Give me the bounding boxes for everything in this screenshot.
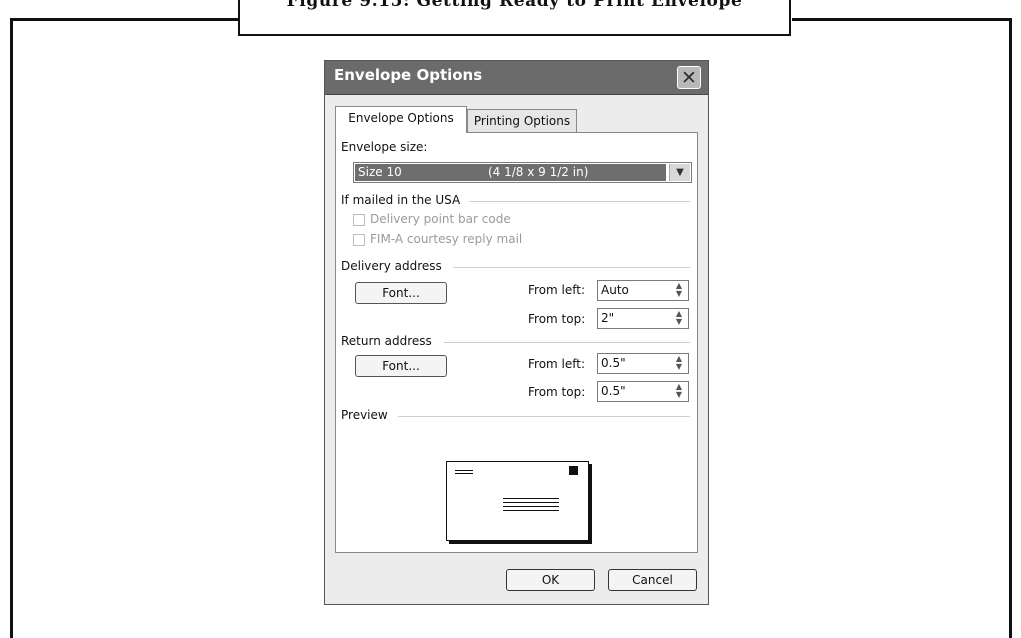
stamp-icon	[569, 466, 578, 475]
delivery-address-line	[503, 510, 559, 511]
delivery-from-left-spinner[interactable]: Auto ▲ ▼	[597, 280, 689, 301]
delivery-from-top-label: From top:	[528, 312, 586, 326]
fim-a-checkbox[interactable]	[353, 234, 365, 246]
delivery-point-barcode-label: Delivery point bar code	[370, 212, 511, 226]
frame-border-right	[1009, 18, 1012, 638]
return-address-label: Return address	[341, 334, 432, 348]
figure-caption: Figure 9.15: Getting Ready to Print Enve…	[286, 0, 743, 11]
spinner-arrows-icon[interactable]: ▲ ▼	[672, 310, 686, 327]
envelope-size-name: Size 10	[358, 165, 402, 179]
return-address-line	[455, 473, 473, 474]
preview-label: Preview	[341, 408, 388, 422]
group-divider	[444, 342, 690, 343]
group-divider	[453, 267, 690, 268]
delivery-point-barcode-checkbox[interactable]	[353, 214, 365, 226]
delivery-from-left-label: From left:	[528, 283, 586, 297]
delivery-from-top-spinner[interactable]: 2" ▲ ▼	[597, 308, 689, 329]
figure-caption-box: Figure 9.15: Getting Ready to Print Enve…	[238, 0, 791, 36]
cancel-button[interactable]: Cancel	[608, 569, 697, 591]
spinner-arrows-icon[interactable]: ▲ ▼	[672, 383, 686, 400]
envelope-size-selected: Size 10 (4 1/8 x 9 1/2 in)	[355, 164, 666, 181]
ok-button[interactable]: OK	[506, 569, 595, 591]
tab-label: Printing Options	[473, 114, 571, 128]
delivery-address-line	[503, 502, 559, 503]
frame-border-top-right	[792, 18, 1012, 21]
return-from-top-spinner[interactable]: 0.5" ▲ ▼	[597, 381, 689, 402]
spinner-value: 0.5"	[601, 384, 626, 398]
return-address-line	[455, 470, 473, 471]
envelope-size-select[interactable]: Size 10 (4 1/8 x 9 1/2 in) ▼	[353, 162, 692, 183]
delivery-address-line	[503, 498, 559, 499]
return-from-left-spinner[interactable]: 0.5" ▲ ▼	[597, 353, 689, 374]
envelope-size-label: Envelope size:	[341, 140, 428, 154]
frame-border-left	[10, 18, 13, 638]
delivery-address-label: Delivery address	[341, 259, 442, 273]
spinner-arrows-icon[interactable]: ▲ ▼	[672, 355, 686, 372]
close-button[interactable]: ✕	[677, 66, 701, 89]
delivery-address-line	[503, 506, 559, 507]
group-divider	[398, 416, 690, 417]
group-divider	[469, 201, 690, 202]
frame-border-top-left	[10, 18, 239, 21]
return-from-left-label: From left:	[528, 357, 586, 371]
tab-label: Envelope Options	[348, 111, 454, 125]
spinner-value: Auto	[601, 283, 629, 297]
chevron-down-icon[interactable]: ▼	[669, 164, 690, 181]
dialog-title: Envelope Options	[334, 66, 483, 84]
envelope-options-dialog: Envelope Options ✕ Envelope Options Prin…	[324, 60, 709, 605]
return-from-top-label: From top:	[528, 385, 586, 399]
delivery-font-button[interactable]: Font...	[355, 282, 447, 304]
envelope-size-dims: (4 1/8 x 9 1/2 in)	[488, 165, 589, 179]
tab-printing-options[interactable]: Printing Options	[467, 109, 577, 133]
spinner-arrows-icon[interactable]: ▲ ▼	[672, 282, 686, 299]
dialog-titlebar[interactable]: Envelope Options ✕	[325, 61, 708, 95]
spinner-value: 2"	[601, 311, 615, 325]
tab-panel: Envelope size: Size 10 (4 1/8 x 9 1/2 in…	[335, 132, 698, 553]
tab-envelope-options[interactable]: Envelope Options	[335, 106, 467, 133]
close-x-icon: ✕	[681, 67, 697, 89]
return-font-button[interactable]: Font...	[355, 355, 447, 377]
spinner-value: 0.5"	[601, 356, 626, 370]
envelope-preview-icon	[446, 461, 589, 541]
fim-a-label: FIM-A courtesy reply mail	[370, 232, 523, 246]
usa-group-label: If mailed in the USA	[341, 193, 461, 207]
